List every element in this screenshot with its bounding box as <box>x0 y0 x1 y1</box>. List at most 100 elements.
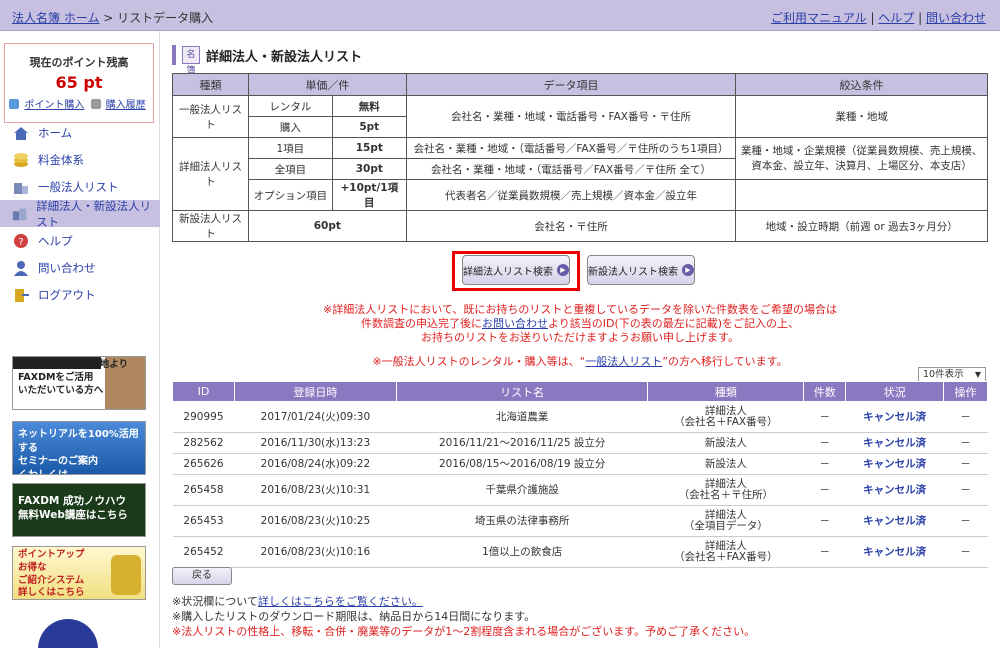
notice-text: 件数調査の申込完了後に <box>360 317 482 330</box>
search-buttons: 詳細法人リスト検索 ▶ 新設法人リスト検索 ▶ <box>172 251 988 291</box>
migration-notice: ※一般法人リストのレンタル・購入等は、“一般法人リスト”の方へ移行しています。 <box>172 353 988 369</box>
top-bar: 法人名簿 ホーム > リストデータ購入 ご利用マニュアル | ヘルプ | 問い合… <box>0 0 1000 31</box>
general-list-link[interactable]: 一般法人リスト <box>585 355 662 368</box>
cell-name: 埼玉県の法律事務所 <box>396 505 648 537</box>
per-page-select[interactable]: 10件表示 ▼ <box>918 367 986 382</box>
cell-type: 詳細法人 （会社名＋FAX番号） <box>647 536 804 568</box>
footer-note: ※状況欄について詳しくはこちらをご覧ください。 <box>172 594 755 609</box>
sidebar-item-general-list[interactable]: 一般法人リスト <box>0 173 160 200</box>
cell-type: 新設法人 <box>647 453 804 475</box>
point-buy-link[interactable]: ポイント購入 <box>24 100 84 111</box>
sidebar-item-detail-list[interactable]: 詳細法人・新設法人リスト <box>0 198 160 229</box>
cell-operation: － <box>943 432 988 454</box>
list-icon: 名簿 <box>182 46 200 76</box>
inquiry-link[interactable]: お問い合わせ <box>482 317 548 330</box>
arrow-right-icon: ▶ <box>682 264 694 276</box>
table-row: 290995 2017/01/24(火)09:30 北海道農業 詳細法人 （会社名… <box>172 401 988 433</box>
sidebar-item-pricing[interactable]: 料金体系 <box>0 146 160 173</box>
point-balance-title: 現在のポイント残高 <box>29 56 129 69</box>
banner-seminar[interactable]: ネットリアルを100%活用する セミナーのご案内 くわしくは <box>12 421 146 475</box>
sidebar-nav: ホーム 料金体系 一般法人リスト 詳細法人・新設法人リスト ? ヘルプ 問い合わ… <box>0 119 160 308</box>
sidebar-item-contact[interactable]: 問い合わせ <box>0 254 160 281</box>
table-row: 282562 2016/11/30(水)13:23 2016/11/21～201… <box>172 432 988 454</box>
price-table-header: 種類 単価／件 データ項目 絞込条件 <box>172 73 988 96</box>
sidebar-item-label: 一般法人リスト <box>38 179 119 194</box>
price-cell: +10pt/1項目 <box>331 179 407 211</box>
sidebar-item-logout[interactable]: ログアウト <box>0 281 160 308</box>
cell-date: 2016/08/23(火)10:16 <box>234 536 397 568</box>
cell-status[interactable]: キャンセル済 <box>845 432 944 454</box>
notice-line: お持ちのリストをお送りいただけますようお願い申し上げます。 <box>421 331 739 344</box>
notice-line: ※詳細法人リストにおいて、既にお持ちのリストと重複しているデータを除いた件数表を… <box>322 303 837 316</box>
cell-id: 282562 <box>172 432 235 454</box>
cell-status[interactable]: キャンセル済 <box>845 474 944 506</box>
price-cell: 15pt <box>331 137 407 159</box>
sidebar-item-label: ヘルプ <box>38 233 73 248</box>
cell-status[interactable]: キャンセル済 <box>845 401 944 433</box>
breadcrumb: 法人名簿 ホーム > リストデータ購入 <box>12 9 213 26</box>
banner-web-course[interactable]: FAXDM 成功ノウハウ 無料Web講座はこちら <box>12 483 146 537</box>
cell-type: 詳細法人 （全項目データ） <box>647 505 804 537</box>
contact-link[interactable]: 問い合わせ <box>926 11 986 25</box>
type-detail: （会社名＋〒住所） <box>678 489 774 501</box>
status-detail-link[interactable]: 詳しくはこちらをご覧ください。 <box>258 595 423 608</box>
table-row: 265452 2016/08/23(火)10:16 1億以上の飲食店 詳細法人（… <box>172 536 988 568</box>
header-data-items: データ項目 <box>405 73 737 96</box>
col-type: 種類 <box>647 381 805 402</box>
header-unit-price: 単価／件 <box>247 73 407 96</box>
table-row: 265453 2016/08/23(火)10:25 埼玉県の法律事務所 詳細法人… <box>172 505 988 537</box>
cell-date: 2016/08/24(水)09:22 <box>234 453 397 475</box>
cell-status[interactable]: キャンセル済 <box>845 536 944 568</box>
help-icon: ? <box>14 233 28 248</box>
notice-text: ※一般法人リストのレンタル・購入等は、“ <box>372 355 586 368</box>
items-cell: 会社名・業種・地域・（電話番号／FAX番号／〒住所 全て） <box>405 158 737 180</box>
notice-text: より該当のID(下の表の最左に記載)をご記入の上、 <box>547 317 800 330</box>
duplicate-notice: ※詳細法人リストにおいて、既にお持ちのリストと重複しているデータを除いた件数表を… <box>172 303 988 345</box>
sidebar-item-label: 詳細法人・新設法人リスト <box>36 198 152 229</box>
cell-operation: － <box>943 505 988 537</box>
button-label: 新設法人リスト検索 <box>588 266 678 278</box>
cell-date: 2016/08/23(火)10:25 <box>234 505 397 537</box>
footer-note: ※法人リストの性格上、移転・合併・廃業等のデータが1～2割程度含まれる場合がござ… <box>172 625 756 638</box>
price-cell: 30pt <box>331 158 407 180</box>
detail-list-search-button[interactable]: 詳細法人リスト検索 ▶ <box>462 255 570 285</box>
list-header: ID 登録日時 リスト名 種類 件数 状況 操作 <box>172 381 988 402</box>
col-date: 登録日時 <box>233 381 397 402</box>
items-cell: 会社名・業種・地域・（電話番号／FAX番号／〒住所のうち1項目） <box>405 137 737 159</box>
purchase-history-link[interactable]: 購入履歴 <box>106 100 146 111</box>
sidebar-item-help[interactable]: ? ヘルプ <box>0 227 160 254</box>
top-link-separator: | <box>866 11 879 25</box>
home-icon <box>14 126 28 140</box>
back-button[interactable]: 戻る <box>172 567 232 585</box>
filter-cell: 業種・地域・企業規模（従業員数規模、売上規模、 資本金、設立年、決算月、上場区分… <box>735 137 988 180</box>
items-cell: 代表者名／従業員数規模／売上規模／資本金／設立年 <box>405 179 737 211</box>
new-list-search-button[interactable]: 新設法人リスト検索 ▶ <box>587 255 695 285</box>
breadcrumb-home-link[interactable]: 法人名簿 ホーム <box>12 11 99 25</box>
cell-operation: － <box>943 474 988 506</box>
banner-faxdm-users[interactable]: NetReal! 代表 浅地より FAXDMをご活用 いただいている方へ <box>12 356 146 410</box>
price-table: 種類 単価／件 データ項目 絞込条件 一般法人リスト レンタル 無料 会社名・業… <box>172 73 988 242</box>
breadcrumb-current: リストデータ購入 <box>117 11 214 25</box>
cell-name: 2016/11/21～2016/11/25 設立分 <box>396 432 648 454</box>
col-id: ID <box>172 381 235 402</box>
sidebar-item-label: 料金体系 <box>38 152 84 167</box>
notice-line: 件数調査の申込完了後にお問い合わせより該当のID(下の表の最左に記載)をご記入の… <box>172 317 988 331</box>
banner-referral[interactable]: ポイントアップ お得な ご紹介システム 詳しくはこちら <box>12 546 146 600</box>
person-icon <box>14 260 28 276</box>
notice-text: ”の方へ移行しています。 <box>662 355 788 368</box>
breadcrumb-separator: > <box>99 11 118 25</box>
cell-status[interactable]: キャンセル済 <box>845 453 944 475</box>
filter-cell: 地域・設立時期（前週 or 過去3ヶ月分） <box>735 210 988 242</box>
cell-name: 北海道農業 <box>396 401 648 433</box>
sidebar-item-home[interactable]: ホーム <box>0 119 160 146</box>
col-status: 状況 <box>845 381 944 402</box>
privacy-mark-icon <box>38 619 98 648</box>
items-cell: 会社名・〒住所 <box>405 210 737 242</box>
manual-link[interactable]: ご利用マニュアル <box>771 11 867 25</box>
type-detail: （全項目データ） <box>683 520 768 532</box>
footer-text: ※状況欄について <box>172 595 258 608</box>
logout-icon <box>15 288 29 302</box>
cell-status[interactable]: キャンセル済 <box>845 505 944 537</box>
help-link[interactable]: ヘルプ <box>878 11 914 25</box>
footer-notes: ※状況欄について詳しくはこちらをご覧ください。 ※購入したリストのダウンロード期… <box>172 594 755 639</box>
